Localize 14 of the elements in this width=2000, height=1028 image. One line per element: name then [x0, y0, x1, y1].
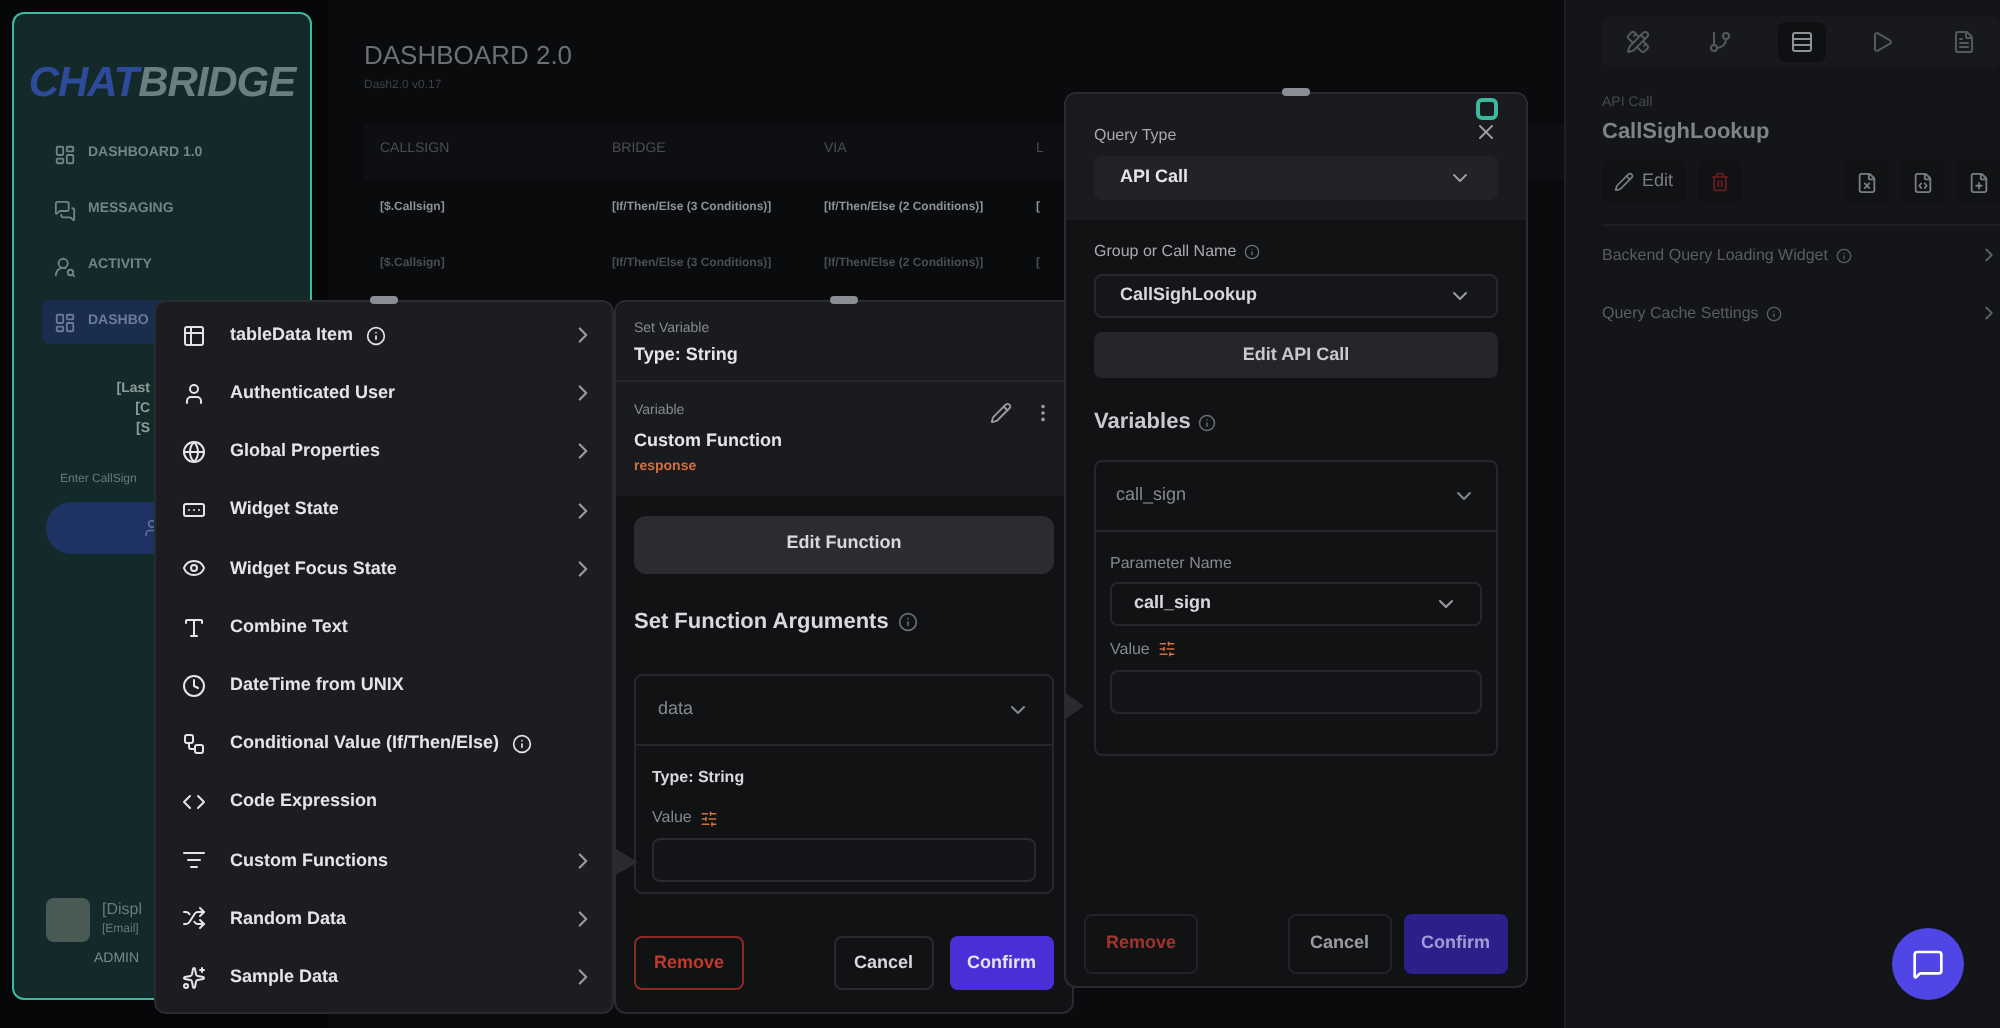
field-label: Group or Call Name — [1094, 240, 1237, 264]
page-title: DASHBOARD 2.0 — [364, 38, 573, 74]
logo: CHATBRIDGE — [28, 62, 296, 104]
section-title: Set Function Arguments — [634, 607, 889, 637]
field-label: Query Type — [1094, 124, 1177, 148]
query-name: CallSighLookup — [1602, 117, 1772, 147]
value-label: Value — [652, 806, 692, 830]
user-name: [Displ — [102, 897, 143, 919]
variable-name: Custom Function — [634, 427, 782, 453]
argument-type: Type: String — [652, 766, 745, 790]
header-type: Type: String — [634, 341, 740, 368]
section-title: Variables — [1094, 408, 1191, 438]
field-label: Parameter Name — [1110, 551, 1232, 575]
value-label: Value — [1110, 637, 1150, 661]
